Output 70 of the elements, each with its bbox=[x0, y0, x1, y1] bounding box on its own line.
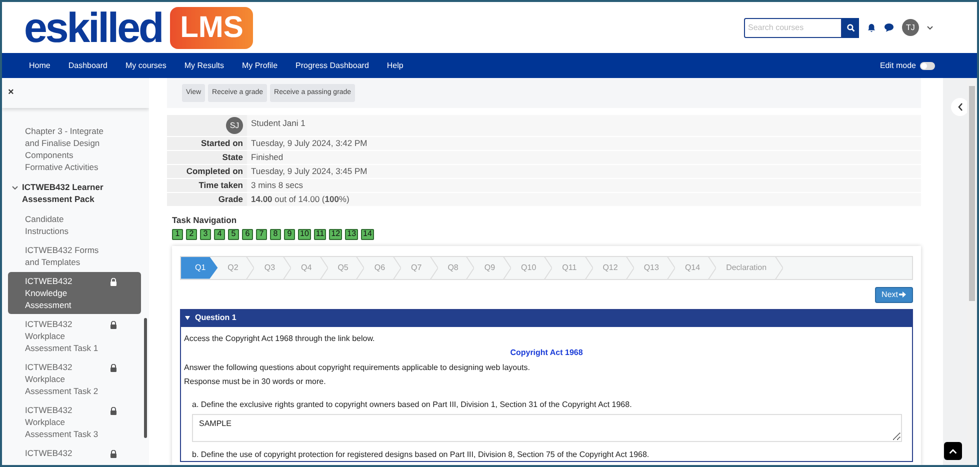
task-button[interactable]: 3 bbox=[200, 228, 211, 240]
nav-link[interactable]: Dashboard bbox=[59, 60, 116, 72]
task-button[interactable]: 13 bbox=[345, 228, 358, 240]
nav-link[interactable]: My Profile bbox=[232, 60, 287, 72]
sidebar-item[interactable]: Chapter 3 - Integrate and Finalise Design Components Formative Activities bbox=[8, 122, 141, 176]
summary-label: State bbox=[222, 151, 243, 164]
bell-icon[interactable] bbox=[867, 23, 876, 32]
task-navigation-title: Task Navigation bbox=[172, 214, 238, 227]
summary-label: Time taken bbox=[198, 179, 243, 192]
sidebar-item[interactable]: ICTWEB432 Forms and Templates bbox=[8, 241, 141, 271]
chevron-down-icon[interactable] bbox=[927, 26, 933, 30]
sidebar-item[interactable]: ICTWEB432 Workplace Assessment Task 2 bbox=[8, 358, 141, 400]
section-heading[interactable]: ICTWEB432 Learner Assessment Pack bbox=[22, 181, 107, 205]
sidebar-item[interactable]: ICTWEB432 Workplace Assessment Task 3 bbox=[8, 401, 141, 443]
search-field[interactable]: Search courses bbox=[744, 18, 842, 38]
question-text: Answer the following questions about copyright requirements applicable to designing web layouts. bbox=[184, 362, 531, 374]
summary-label: Completed on bbox=[186, 165, 243, 178]
task-button[interactable]: 1 bbox=[172, 228, 183, 240]
edit-mode-label: Edit mode bbox=[880, 60, 916, 72]
task-button[interactable]: 9 bbox=[284, 228, 295, 240]
search-icon bbox=[846, 24, 854, 32]
question-header[interactable]: Question 1 bbox=[181, 310, 912, 327]
sidebar-item[interactable]: ICTWEB432 Knowledge Assessment bbox=[8, 272, 141, 314]
student-name: Student Jani 1 bbox=[251, 118, 306, 128]
answer-box[interactable]: SAMPLE bbox=[192, 414, 902, 442]
chat-bubble-icon[interactable] bbox=[884, 23, 894, 32]
summary-value: 3 mins 8 secs bbox=[251, 179, 303, 192]
question-text: Access the Copyright Act 1968 through the link below. bbox=[184, 332, 376, 345]
close-button[interactable]: × bbox=[8, 88, 14, 98]
chevron-up-icon bbox=[949, 448, 957, 454]
task-button[interactable]: 6 bbox=[242, 228, 253, 240]
copyright-act-link[interactable]: Copyright Act 1968 bbox=[510, 344, 583, 361]
task-button[interactable]: 14 bbox=[361, 228, 374, 240]
task-button[interactable]: 12 bbox=[329, 228, 342, 240]
nav-link[interactable]: Progress Dashboard bbox=[286, 60, 378, 72]
question-text: Response must be in 30 words or more. bbox=[184, 376, 327, 388]
summary-value: Tuesday, 9 July 2024, 3:45 PM bbox=[251, 165, 368, 178]
sidebar-item[interactable]: ICTWEB432 Workplace Assessment Task 1 bbox=[8, 315, 141, 357]
question-prompt: b. Define the use of copyright protection for registered designs based on Part III, Division 8, Section 75 of the Copyright Act 1968. bbox=[192, 448, 650, 461]
task-button[interactable]: 7 bbox=[256, 228, 267, 240]
back-to-top-button[interactable] bbox=[944, 442, 962, 460]
search-button[interactable] bbox=[842, 18, 859, 38]
task-button[interactable]: 5 bbox=[228, 228, 239, 240]
arrow-right-icon bbox=[899, 291, 906, 298]
nav-link[interactable]: My Results bbox=[175, 60, 233, 72]
summary-value: Tuesday, 9 July 2024, 3:42 PM bbox=[251, 137, 368, 150]
caret-down-icon bbox=[185, 316, 190, 320]
summary-value: 14.00 out of 14.00 (100%) bbox=[251, 193, 350, 206]
task-button[interactable]: 10 bbox=[298, 228, 311, 240]
user-avatar[interactable]: TJ bbox=[902, 19, 919, 36]
edit-mode-switch[interactable] bbox=[920, 62, 935, 70]
nav-link[interactable]: Home bbox=[20, 60, 60, 72]
task-button[interactable]: 2 bbox=[186, 228, 197, 240]
chevron-left-icon bbox=[958, 103, 962, 111]
summary-label: Grade bbox=[218, 193, 243, 206]
sidebar-item[interactable]: ICTWEB432 bbox=[8, 444, 141, 462]
task-button[interactable]: 4 bbox=[214, 228, 225, 240]
task-button[interactable]: 11 bbox=[314, 228, 326, 240]
question-prompt: a. Define the exclusive rights granted to copyright owners based on Part III, Division 1, Section 31 of the Copyright Act 1968. bbox=[192, 398, 633, 411]
student-avatar: SJ bbox=[226, 117, 243, 134]
sidebar-item[interactable]: Candidate Instructions bbox=[8, 210, 141, 240]
summary-value: Finished bbox=[251, 151, 284, 164]
nav-link[interactable]: Help bbox=[378, 60, 412, 72]
summary-label: Started on bbox=[200, 137, 243, 150]
nav-link[interactable]: My courses bbox=[116, 60, 176, 72]
logo-badge: LMS bbox=[170, 6, 254, 48]
next-button[interactable]: Next bbox=[874, 286, 913, 303]
logo-wordmark: eskilled bbox=[24, 6, 162, 48]
task-button[interactable]: 8 bbox=[270, 228, 281, 240]
chevron-down-icon[interactable] bbox=[12, 186, 18, 190]
